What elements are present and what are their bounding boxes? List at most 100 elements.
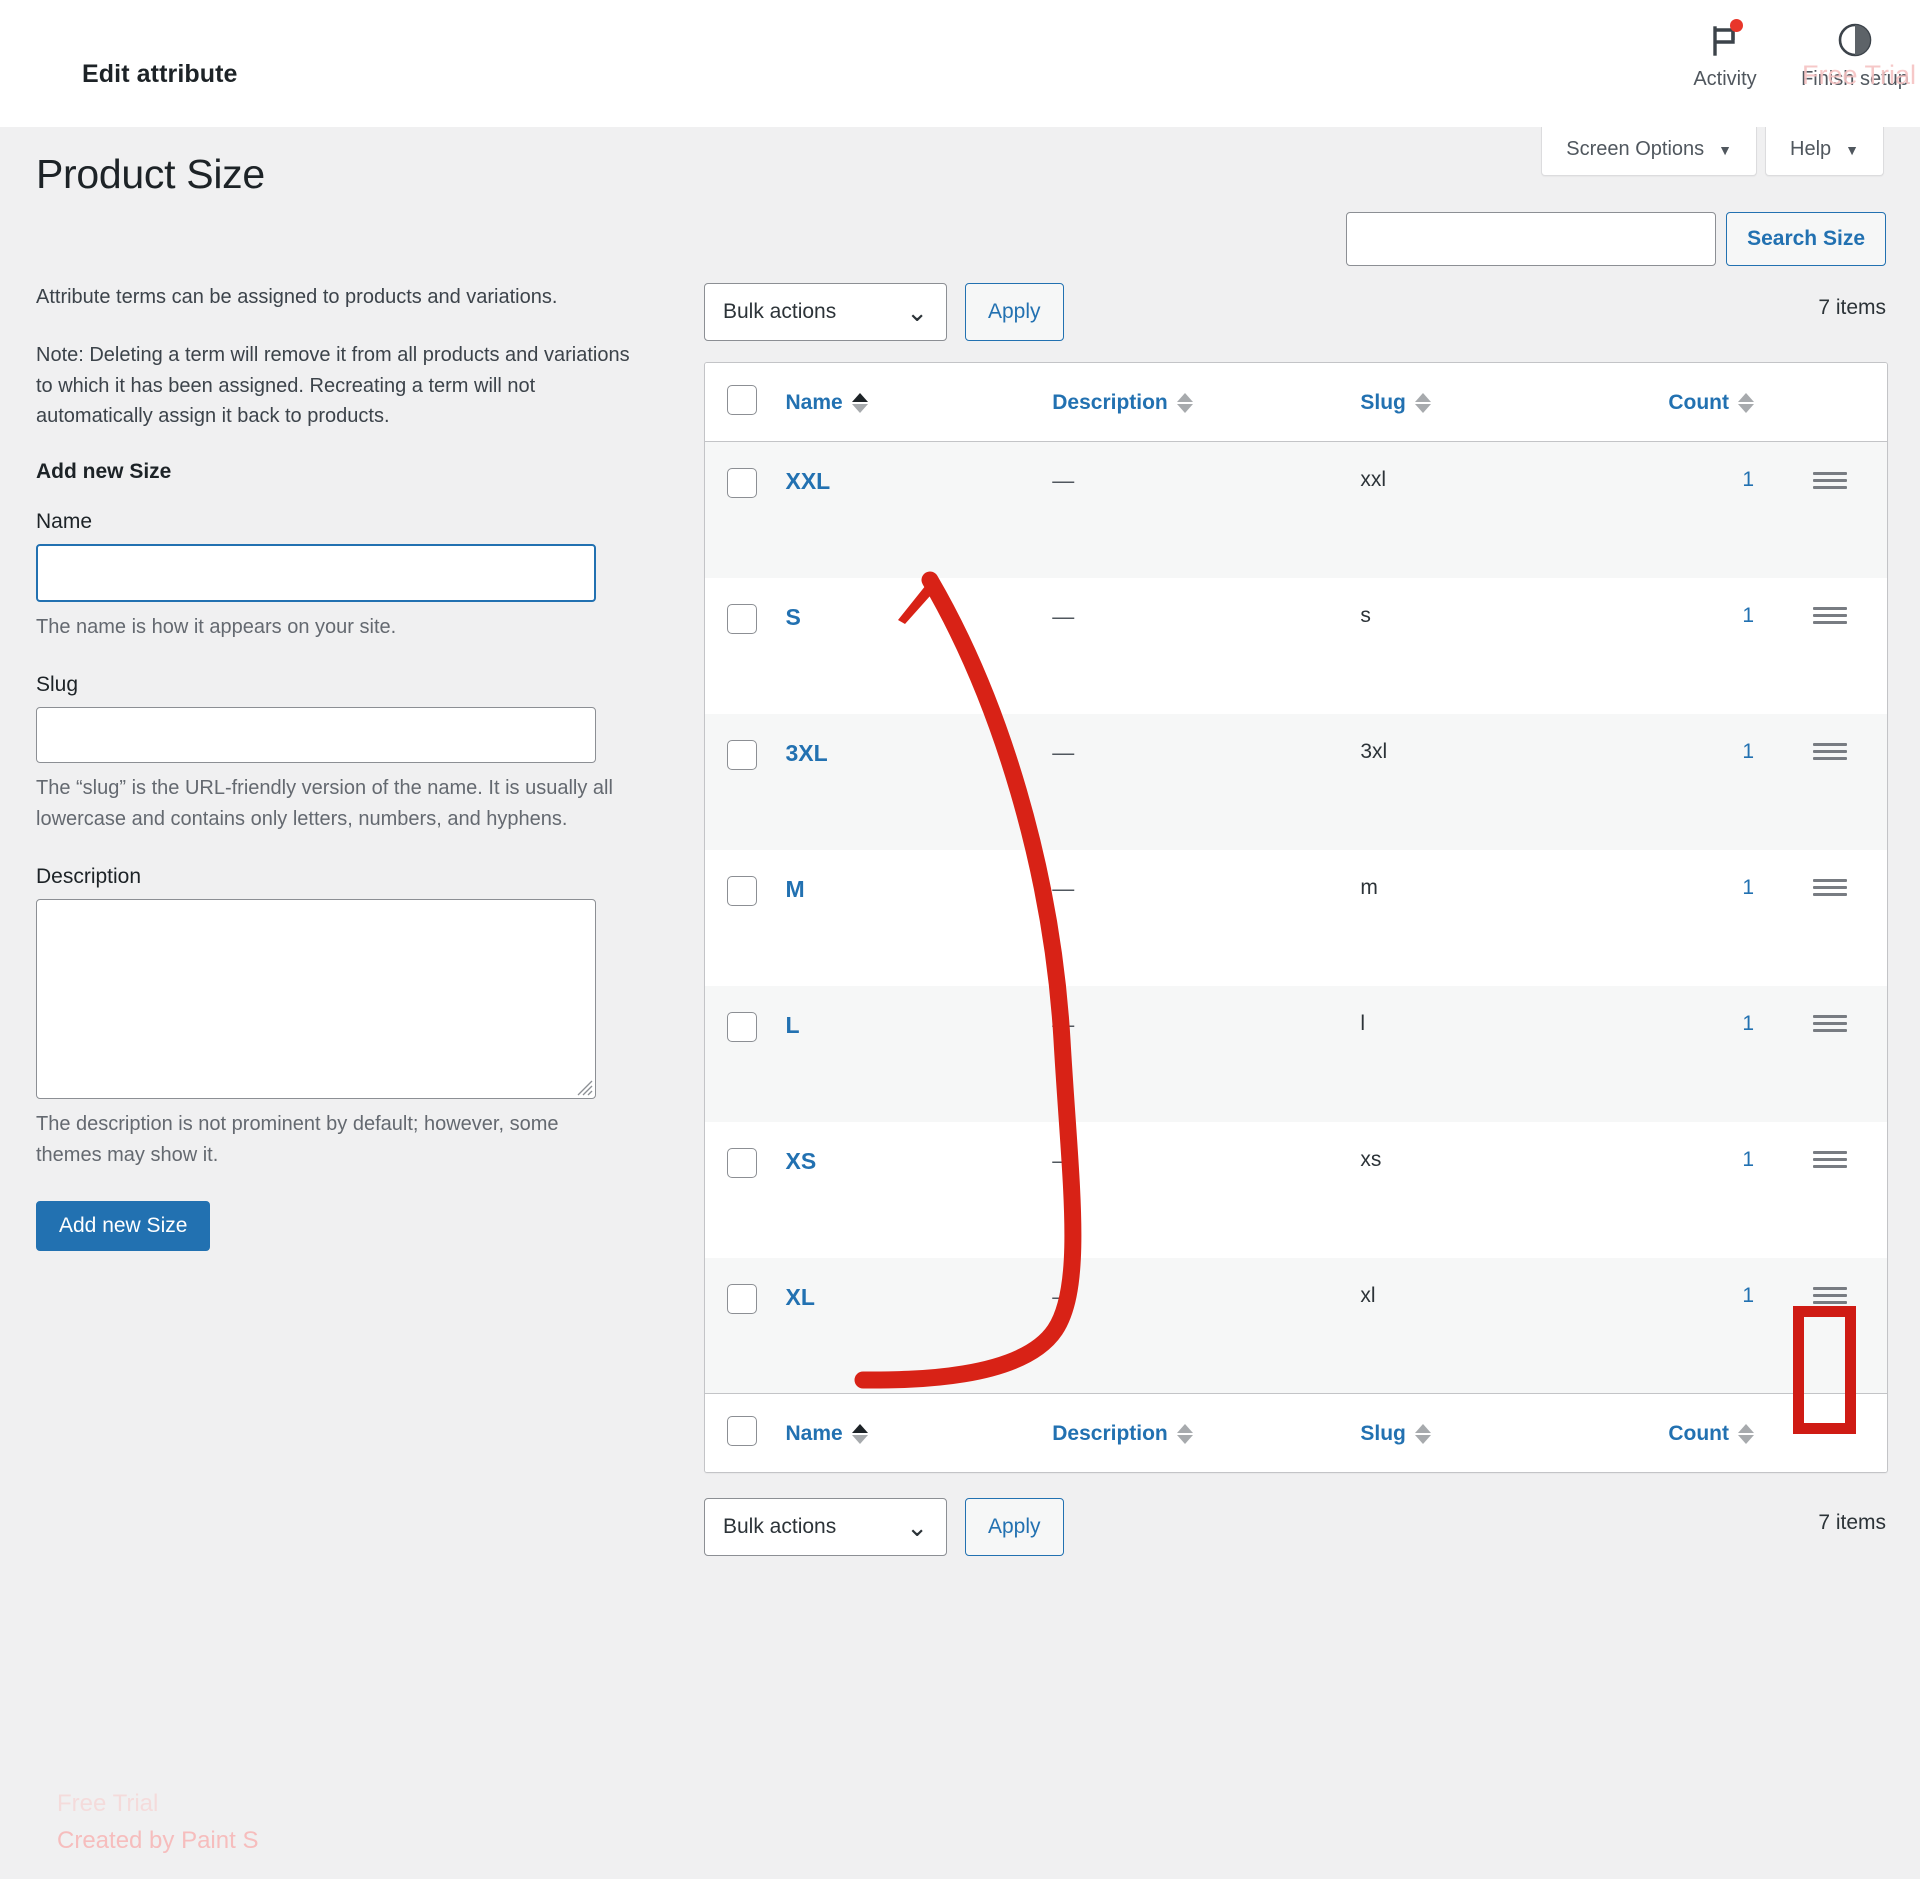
column-label-description: Description <box>1052 391 1168 414</box>
table-row[interactable]: S — s 1 <box>705 577 1887 714</box>
bulk-actions-select-bottom[interactable]: Bulk actions ⌄ <box>704 1498 947 1556</box>
add-new-size-heading: Add new Size <box>36 459 172 483</box>
drag-handle-icon[interactable] <box>1812 468 1847 492</box>
sort-by-description-top[interactable]: Description <box>1052 391 1193 415</box>
sort-by-slug-top[interactable]: Slug <box>1360 391 1431 415</box>
screen-options-button[interactable]: Screen Options ▼ <box>1541 127 1757 176</box>
activity-button[interactable]: Activity <box>1660 18 1790 91</box>
row-name-cell: XS <box>785 1122 1052 1258</box>
search-size-button[interactable]: Search Size <box>1726 212 1886 266</box>
add-new-size-submit-button[interactable]: Add new Size <box>36 1200 211 1251</box>
table-row[interactable]: M — m 1 <box>705 849 1887 986</box>
table-row[interactable]: XS — xs 1 <box>705 1121 1887 1258</box>
drag-handle-icon[interactable] <box>1812 876 1847 900</box>
term-count-link[interactable]: 1 <box>1742 1284 1754 1307</box>
row-name-cell: S <box>785 578 1052 714</box>
column-footer-name[interactable]: Name <box>785 1393 1053 1472</box>
row-checkbox[interactable] <box>727 1011 757 1042</box>
description-textarea[interactable] <box>36 898 596 1099</box>
term-name-link[interactable]: M <box>785 876 804 902</box>
search-input[interactable] <box>1346 212 1717 266</box>
activity-badge-dot <box>1730 19 1743 32</box>
term-name-link[interactable]: XL <box>785 1284 814 1310</box>
term-count-link[interactable]: 1 <box>1742 604 1754 627</box>
select-all-checkbox-bottom[interactable] <box>727 1416 757 1446</box>
screen-options-label: Screen Options <box>1566 138 1705 160</box>
chevron-down-icon: ▼ <box>1845 141 1859 158</box>
bulk-actions-select-top[interactable]: Bulk actions ⌄ <box>704 283 947 341</box>
sort-indicator-slug <box>1414 393 1431 413</box>
row-description-cell: — <box>1052 1011 1075 1037</box>
finish-setup-button[interactable]: Finish setup <box>1790 18 1920 91</box>
sort-by-name-bottom[interactable]: Name <box>785 1422 868 1446</box>
table-row[interactable]: XL — xl 1 <box>705 1257 1887 1394</box>
column-label-name: Name <box>785 391 843 414</box>
term-count-link[interactable]: 1 <box>1742 468 1754 491</box>
sort-by-description-bottom[interactable]: Description <box>1052 1422 1193 1446</box>
row-select-cell <box>705 1258 785 1394</box>
column-footer-handle <box>1772 1393 1887 1472</box>
column-header-name[interactable]: Name <box>785 363 1053 442</box>
column-footer-description[interactable]: Description <box>1052 1393 1361 1472</box>
drag-handle-icon-highlighted[interactable] <box>1812 1148 1847 1172</box>
row-name-cell: 3XL <box>785 714 1052 850</box>
row-select-cell <box>705 442 785 578</box>
term-name-link[interactable]: L <box>785 1012 799 1038</box>
add-term-form: Attribute terms can be assigned to produ… <box>36 282 652 1251</box>
column-header-slug[interactable]: Slug <box>1360 363 1637 442</box>
row-count-cell: 1 <box>1636 1258 1772 1394</box>
row-checkbox[interactable] <box>727 468 757 498</box>
bulk-actions-label-top: Bulk actions <box>723 300 837 323</box>
row-slug-cell: l <box>1360 1011 1366 1035</box>
sort-indicator-slug <box>1414 1424 1431 1444</box>
row-checkbox[interactable] <box>727 1147 757 1178</box>
sort-by-count-bottom[interactable]: Count <box>1668 1422 1754 1446</box>
sort-by-count-top[interactable]: Count <box>1668 391 1754 415</box>
sort-by-name-top[interactable]: Name <box>785 391 868 415</box>
activity-label: Activity <box>1693 68 1757 90</box>
term-count-link[interactable]: 1 <box>1742 1148 1754 1171</box>
term-count-link[interactable]: 1 <box>1742 740 1754 763</box>
row-slug-cell: s <box>1360 603 1371 627</box>
term-count-link[interactable]: 1 <box>1742 1012 1754 1035</box>
apply-button-bottom[interactable]: Apply <box>965 1498 1064 1556</box>
slug-input[interactable] <box>36 706 596 763</box>
select-all-checkbox-top[interactable] <box>727 385 757 415</box>
column-footer-count[interactable]: Count <box>1636 1393 1772 1472</box>
term-name-link[interactable]: XXL <box>785 468 830 494</box>
row-name-cell: M <box>785 850 1052 986</box>
row-name-cell: L <box>785 986 1052 1122</box>
row-description-cell: — <box>1052 468 1075 493</box>
table-row[interactable]: 3XL — 3xl 1 <box>705 713 1887 850</box>
row-checkbox[interactable] <box>727 875 757 906</box>
table-row[interactable]: XXL — xxl 1 <box>705 441 1887 578</box>
drag-handle-icon[interactable] <box>1812 1284 1847 1308</box>
column-footer-slug[interactable]: Slug <box>1360 1393 1637 1472</box>
term-name-link[interactable]: 3XL <box>785 740 827 766</box>
table-row[interactable]: L — l 1 <box>705 985 1887 1122</box>
drag-handle-icon[interactable] <box>1812 1012 1847 1036</box>
term-name-link[interactable]: XS <box>785 1148 816 1174</box>
drag-handle-icon[interactable] <box>1812 740 1847 764</box>
app-root: Edit attribute Activity Finish setup Fre… <box>0 0 1920 1879</box>
row-select-cell <box>705 714 785 850</box>
table-footer-row: Name Description Slug Count <box>705 1393 1887 1472</box>
help-button[interactable]: Help ▼ <box>1765 127 1884 176</box>
column-header-count[interactable]: Count <box>1636 363 1772 442</box>
row-checkbox[interactable] <box>727 603 757 634</box>
sort-indicator-name <box>851 1424 868 1444</box>
column-header-description[interactable]: Description <box>1052 363 1361 442</box>
description-help-text: The description is not prominent by defa… <box>36 1112 559 1166</box>
term-name-link[interactable]: S <box>785 604 800 630</box>
term-count-link[interactable]: 1 <box>1742 876 1754 899</box>
row-slug-cell: m <box>1360 875 1378 899</box>
apply-button-top[interactable]: Apply <box>965 283 1064 341</box>
drag-handle-icon[interactable] <box>1812 604 1847 628</box>
sort-indicator-count <box>1738 393 1754 413</box>
row-checkbox[interactable] <box>727 1283 757 1314</box>
name-input[interactable] <box>36 543 596 602</box>
sort-by-slug-bottom[interactable]: Slug <box>1360 1422 1431 1446</box>
finish-setup-label: Finish setup <box>1801 68 1909 90</box>
row-count-cell: 1 <box>1636 578 1772 714</box>
row-checkbox[interactable] <box>727 739 757 770</box>
